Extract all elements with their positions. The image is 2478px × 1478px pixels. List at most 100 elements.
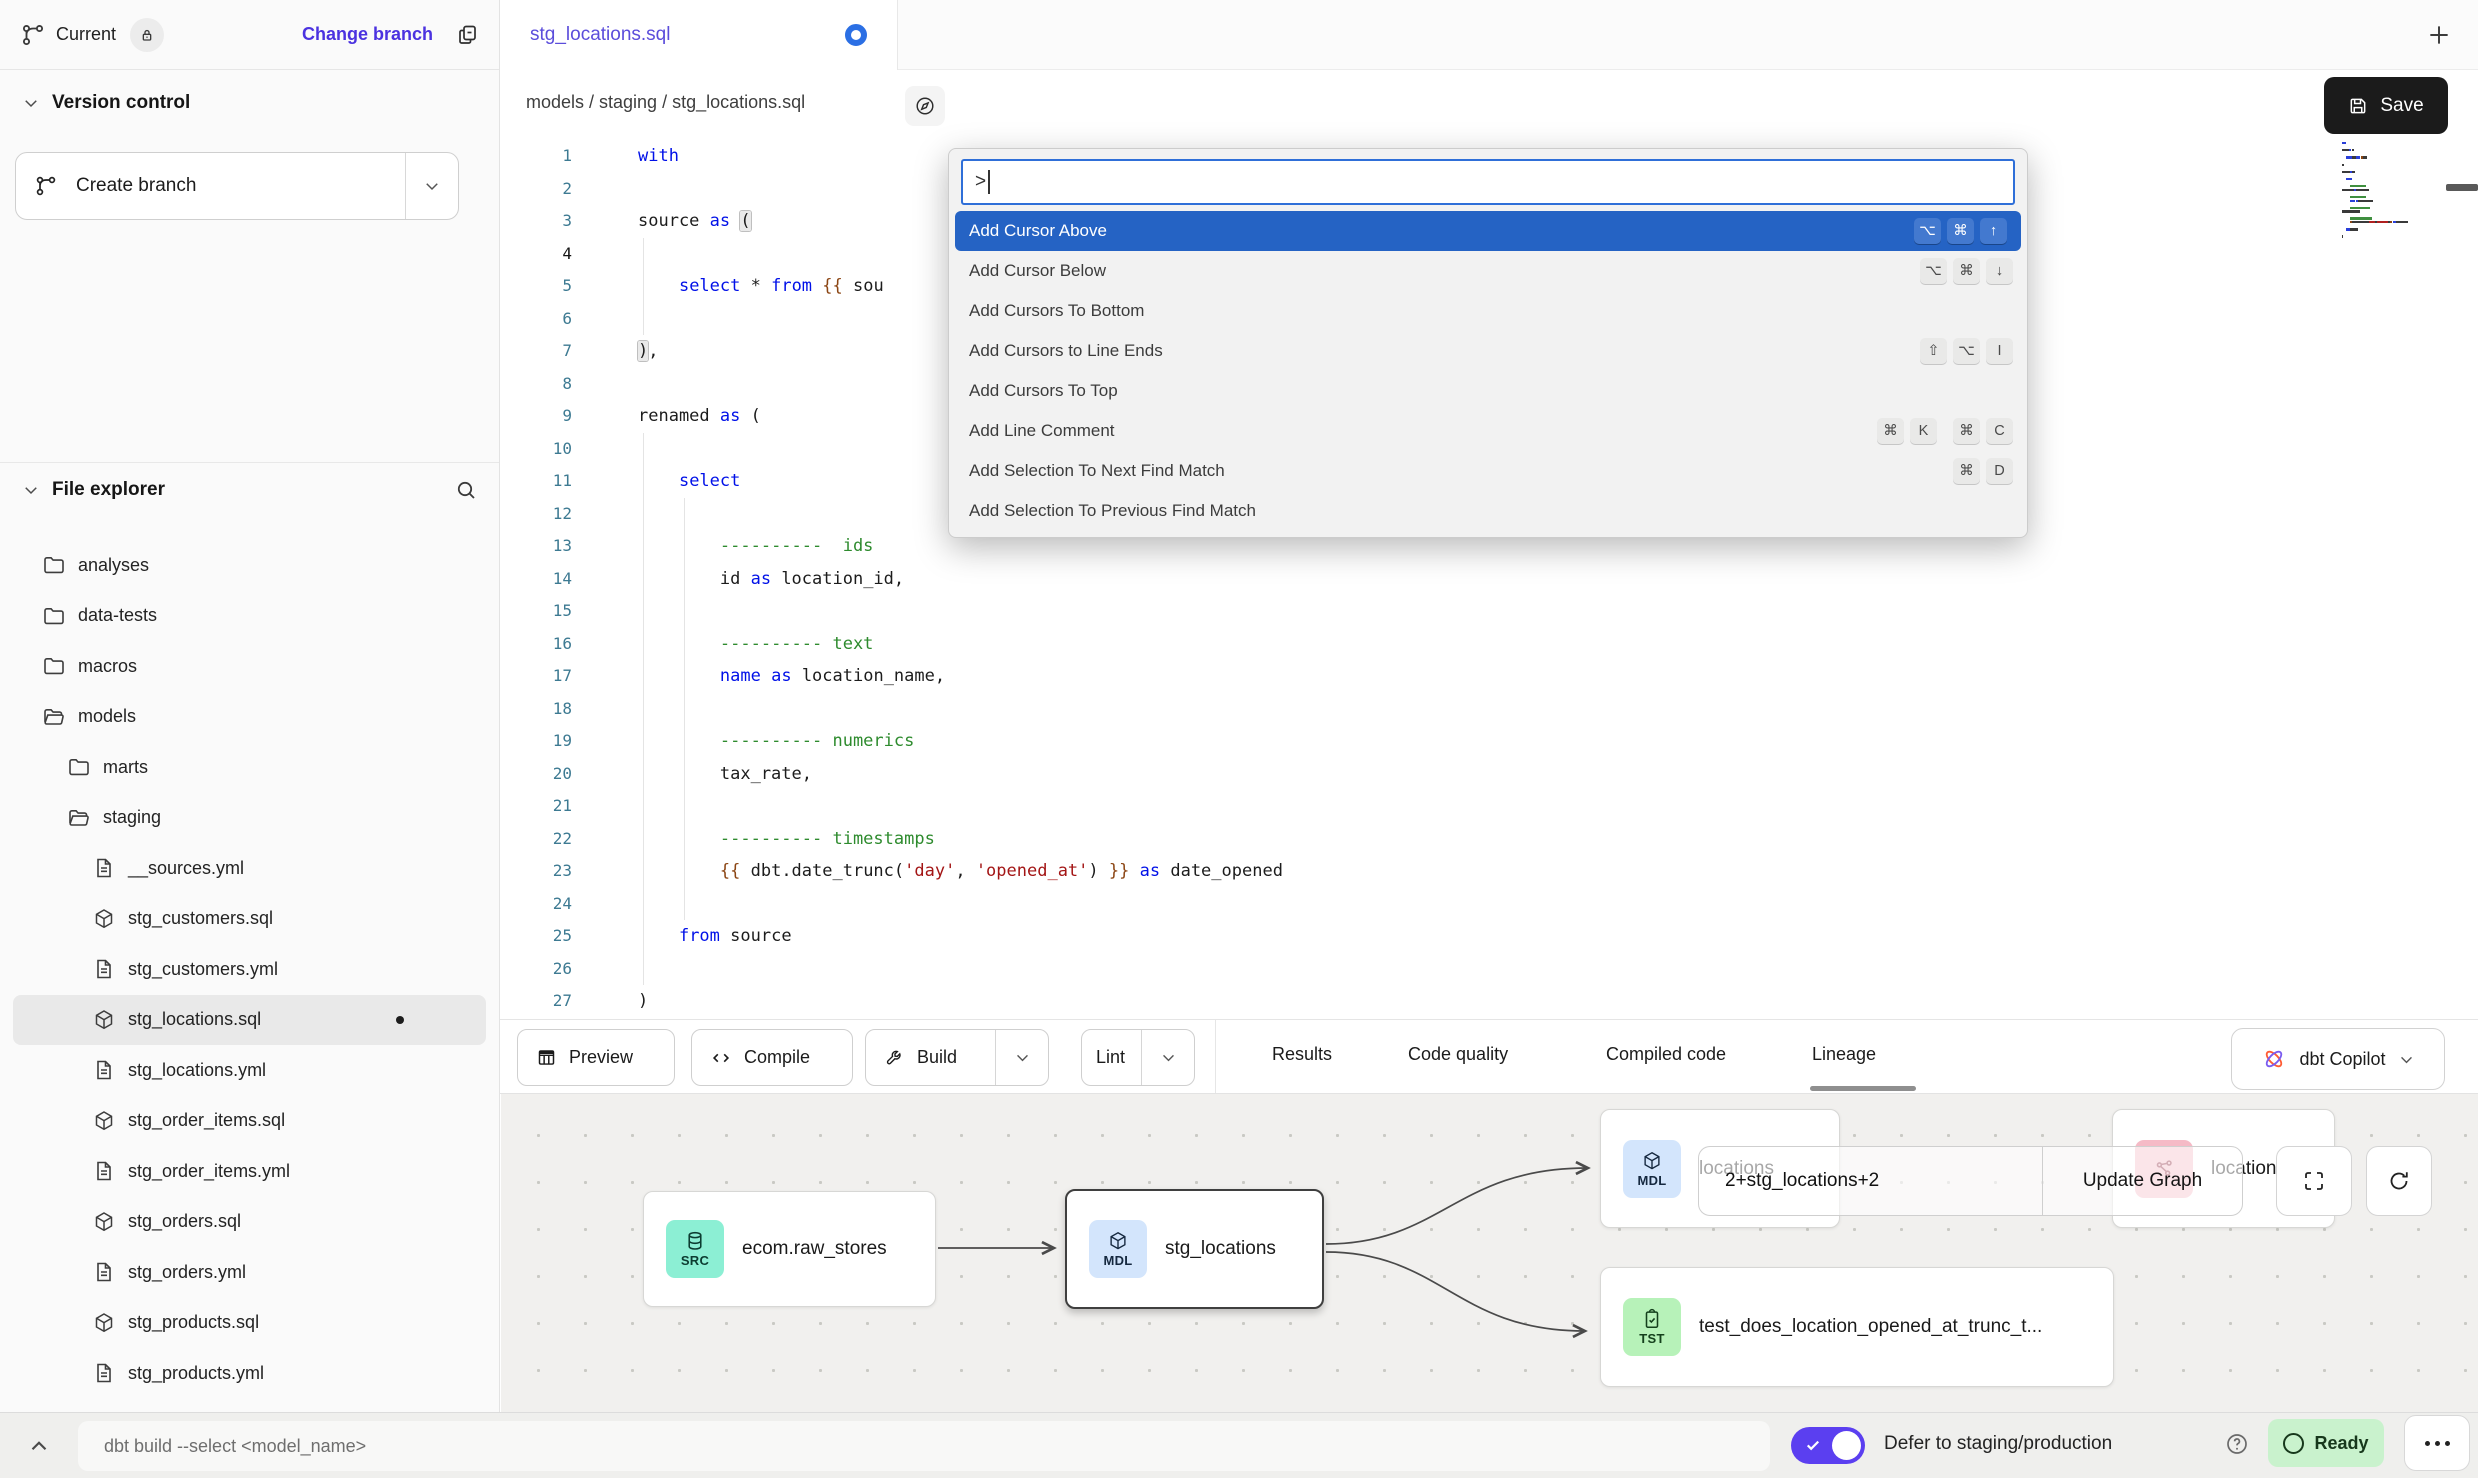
navigate-icon[interactable] (905, 86, 945, 126)
key-cap: ⌥ (1953, 338, 1980, 364)
cube-icon (92, 907, 116, 931)
dbt-copilot-button[interactable]: dbt Copilot (2231, 1028, 2445, 1090)
tab-results[interactable]: Results (1272, 1044, 1332, 1065)
save-button[interactable]: Save (2324, 77, 2448, 134)
lineage-filter-input[interactable]: 2+stg_locations+2 (1698, 1146, 2042, 1216)
file-item-macros[interactable]: macros (0, 641, 499, 692)
tab-lineage[interactable]: Lineage (1812, 1044, 1876, 1065)
change-branch-link[interactable]: Change branch (302, 24, 433, 45)
status-badge[interactable]: Ready (2268, 1419, 2384, 1467)
tab-code-quality[interactable]: Code quality (1408, 1044, 1508, 1065)
line-number: 2 (500, 173, 596, 206)
file-name: stg_orders.yml (128, 1262, 246, 1283)
code-line[interactable]: 14 id as location_id, (500, 563, 2478, 596)
code-line[interactable]: 22 ---------- timestamps (500, 823, 2478, 856)
file-icon (92, 856, 116, 880)
command-palette: > Add Cursor Above⌥⌘↑Add Cursor Below⌥⌘↓… (948, 148, 2028, 538)
code-line[interactable]: 25 from source (500, 920, 2478, 953)
tab-compiled-code[interactable]: Compiled code (1606, 1044, 1726, 1065)
code-line[interactable]: 20 tax_rate, (500, 758, 2478, 791)
help-icon[interactable] (2225, 1432, 2249, 1456)
code-line[interactable]: 27) (500, 985, 2478, 1018)
file-item-stg-orders-yml[interactable]: stg_orders.yml (0, 1247, 499, 1298)
lint-button[interactable]: Lint (1081, 1029, 1195, 1086)
dbt-command-input[interactable] (78, 1421, 1770, 1471)
divider (0, 462, 499, 463)
divider (1215, 1020, 1216, 1093)
key-cap: ⌥ (1920, 258, 1947, 284)
code-line[interactable]: 26 (500, 953, 2478, 986)
code-line[interactable]: 23 {{ dbt.date_trunc('day', 'opened_at')… (500, 855, 2478, 888)
file-item-stg-customers-yml[interactable]: stg_customers.yml (0, 944, 499, 995)
code-line[interactable]: 15 (500, 595, 2478, 628)
palette-item-add-line-comment[interactable]: Add Line Comment⌘K⌘C (949, 411, 2027, 451)
code-text (596, 790, 638, 823)
file-item-stg-customers-sql[interactable]: stg_customers.sql (0, 894, 499, 945)
fullscreen-button[interactable] (2276, 1146, 2352, 1216)
file-icon (92, 957, 116, 981)
palette-item-add-cursors-to-bottom[interactable]: Add Cursors To Bottom (949, 291, 2027, 331)
palette-item-add-cursors-to-top[interactable]: Add Cursors To Top (949, 371, 2027, 411)
compile-button[interactable]: Compile (691, 1029, 853, 1086)
more-options-button[interactable] (2404, 1415, 2470, 1471)
node-label: ecom.raw_stores (742, 1238, 887, 1260)
palette-item-add-cursors-to-line-ends[interactable]: Add Cursors to Line Ends⇧⌥I (949, 331, 2027, 371)
file-item-stg-orders-sql[interactable]: stg_orders.sql (0, 1197, 499, 1248)
palette-item-add-selection-to-next-find-match[interactable]: Add Selection To Next Find Match⌘D (949, 451, 2027, 491)
tab-stg-locations-sql[interactable]: stg_locations.sql (500, 0, 898, 70)
file-item--sources-yml[interactable]: __sources.yml (0, 843, 499, 894)
collapse-panel-button[interactable] (26, 1433, 52, 1459)
code-line[interactable]: 18 (500, 693, 2478, 726)
file-item-analyses[interactable]: analyses (0, 540, 499, 591)
new-tab-button[interactable] (2426, 22, 2452, 48)
code-text (596, 173, 638, 206)
palette-item-add-cursor-below[interactable]: Add Cursor Below⌥⌘↓ (949, 251, 2027, 291)
file-name: models (78, 706, 136, 727)
chevron-down-icon (2398, 1051, 2415, 1068)
line-number: 5 (500, 270, 596, 303)
code-text (596, 888, 638, 921)
build-button[interactable]: Build (865, 1029, 1049, 1086)
version-control-header[interactable]: Version control (22, 92, 190, 114)
minimap-slider[interactable] (2446, 184, 2478, 191)
code-line[interactable]: 17 name as location_name, (500, 660, 2478, 693)
file-item-staging[interactable]: staging (0, 793, 499, 844)
current-branch-label: Current (56, 24, 116, 45)
update-graph-button[interactable]: Update Graph (2042, 1146, 2243, 1216)
create-branch-button[interactable]: Create branch (15, 152, 459, 220)
line-number: 23 (500, 855, 596, 888)
file-item-stg-locations-yml[interactable]: stg_locations.yml (0, 1045, 499, 1096)
code-line[interactable]: 21 (500, 790, 2478, 823)
create-branch-dropdown[interactable] (405, 153, 458, 219)
file-item-data-tests[interactable]: data-tests (0, 591, 499, 642)
file-item-stg-products-sql[interactable]: stg_products.sql (0, 1298, 499, 1349)
palette-item-add-cursor-above[interactable]: Add Cursor Above⌥⌘↑ (955, 211, 2021, 251)
defer-toggle[interactable] (1791, 1427, 1865, 1464)
file-item-stg-products-yml[interactable]: stg_products.yml (0, 1348, 499, 1399)
copy-icon[interactable] (455, 23, 479, 47)
search-icon[interactable] (454, 478, 478, 502)
line-number: 24 (500, 888, 596, 921)
database-icon (684, 1230, 706, 1252)
lineage-node-ecom-raw-stores[interactable]: SRCecom.raw_stores (643, 1191, 936, 1307)
refresh-button[interactable] (2366, 1146, 2432, 1216)
lineage-node-test-does-location-opened-at-trunc-t-[interactable]: TSTtest_does_location_opened_at_trunc_t.… (1600, 1267, 2114, 1387)
lineage-node-stg-locations[interactable]: MDLstg_locations (1065, 1189, 1324, 1309)
file-item-stg-order-items-yml[interactable]: stg_order_items.yml (0, 1146, 499, 1197)
code-line[interactable]: 16 ---------- text (500, 628, 2478, 661)
palette-item-add-selection-to-previous-find-match[interactable]: Add Selection To Previous Find Match (949, 491, 2027, 531)
file-item-stg-order-items-sql[interactable]: stg_order_items.sql (0, 1096, 499, 1147)
code-line[interactable]: 19 ---------- numerics (500, 725, 2478, 758)
lint-dropdown[interactable] (1141, 1030, 1194, 1085)
file-explorer-header[interactable]: File explorer (22, 478, 478, 502)
key-cap: ⌘ (1947, 218, 1974, 244)
preview-button[interactable]: Preview (517, 1029, 675, 1086)
file-item-marts[interactable]: marts (0, 742, 499, 793)
file-item-stg-locations-sql[interactable]: stg_locations.sql (13, 995, 486, 1046)
command-palette-input[interactable]: > (961, 159, 2015, 205)
folder-open-icon (42, 705, 66, 729)
file-item-models[interactable]: models (0, 692, 499, 743)
code-line[interactable]: 24 (500, 888, 2478, 921)
build-dropdown[interactable] (995, 1030, 1048, 1085)
lineage-graph[interactable]: SRCecom.raw_storesMDLstg_locationsMDLloc… (501, 1094, 2478, 1412)
